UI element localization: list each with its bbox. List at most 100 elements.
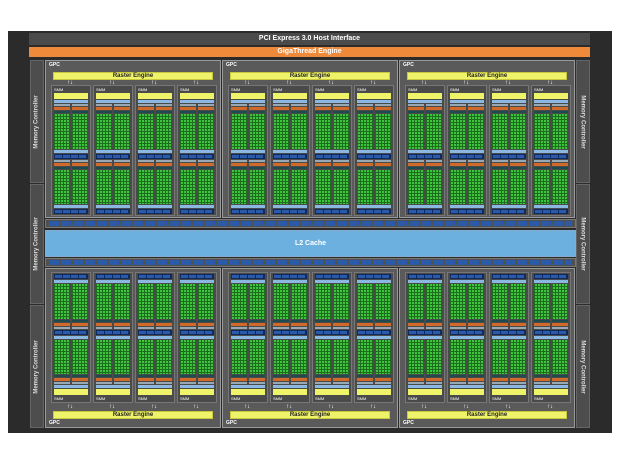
cuda-cores — [96, 114, 112, 149]
cuda-cores — [510, 284, 526, 319]
cuda-cores — [315, 339, 331, 374]
cuda-cores — [534, 284, 550, 319]
cuda-cores — [249, 284, 265, 319]
sm-label: SMM — [54, 396, 64, 401]
cuda-cores — [231, 339, 247, 374]
cuda-cores — [156, 114, 172, 149]
sm-block: SMM — [51, 272, 91, 403]
cuda-cores — [249, 169, 265, 204]
sm-label: SMM — [96, 87, 106, 92]
cuda-cores — [114, 284, 130, 319]
cuda-cores — [291, 339, 307, 374]
cuda-cores — [114, 114, 130, 149]
sm-label: SMM — [492, 87, 502, 92]
sm-label: SMM — [450, 396, 460, 401]
arrows-icon: ↑↓ — [370, 404, 376, 410]
sm-label: SMM — [180, 87, 190, 92]
l2-memory-strip-bottom — [45, 258, 576, 267]
cuda-cores — [450, 284, 466, 319]
cuda-cores — [333, 114, 349, 149]
sm-label: SMM — [357, 87, 367, 92]
cuda-cores — [273, 339, 289, 374]
sm-block: SMM — [447, 85, 487, 216]
cuda-cores — [375, 284, 391, 319]
sm-block: SMM — [135, 272, 175, 403]
cuda-cores — [534, 114, 550, 149]
memory-controller-label: Memory Controller — [580, 217, 586, 271]
cuda-cores — [315, 284, 331, 319]
cuda-cores — [291, 284, 307, 319]
arrows-icon: ↑↓ — [328, 404, 334, 410]
memory-controller-left-1: Memory Controller — [30, 60, 44, 183]
arrows-icon: ↑↓ — [547, 404, 553, 410]
cuda-cores — [180, 169, 196, 204]
cuda-cores — [156, 339, 172, 374]
arrows-icon: ↑↓ — [67, 404, 73, 410]
sm-block: SMM — [312, 85, 352, 216]
cuda-cores — [492, 169, 508, 204]
sm-label: SMM — [96, 396, 106, 401]
cuda-cores — [468, 169, 484, 204]
cuda-cores — [180, 114, 196, 149]
cuda-cores — [375, 339, 391, 374]
cuda-cores — [450, 339, 466, 374]
sm-block: SMM — [489, 85, 529, 216]
cuda-cores — [198, 114, 214, 149]
memory-controller-left-3: Memory Controller — [30, 305, 44, 428]
gpc: GPC Raster Engine ↑↓ SMM ↑↓ SMM ↑↓ SMM ↑↓ SMM — [45, 268, 221, 428]
memory-controller-left-2: Memory Controller — [30, 184, 44, 304]
raster-engine: Raster Engine — [230, 411, 390, 419]
cuda-cores — [357, 339, 373, 374]
cuda-cores — [468, 114, 484, 149]
arrows-icon: ↑↓ — [109, 404, 115, 410]
arrows-icon: ↑↓ — [193, 404, 199, 410]
memory-controller-label: Memory Controller — [34, 94, 40, 149]
cuda-cores — [96, 284, 112, 319]
sm-block: SMM — [270, 272, 310, 403]
cuda-cores — [96, 339, 112, 374]
cuda-cores — [408, 114, 424, 149]
sm-block: SMM — [405, 272, 445, 403]
cuda-cores — [291, 169, 307, 204]
memory-controller-right-3: Memory Controller — [576, 305, 590, 428]
cuda-cores — [492, 284, 508, 319]
arrows-icon: ↑↓ — [151, 404, 157, 410]
cuda-cores — [375, 114, 391, 149]
cuda-cores — [138, 114, 154, 149]
cuda-cores — [156, 169, 172, 204]
cuda-cores — [450, 169, 466, 204]
sm-block: SMM — [177, 272, 217, 403]
sm-block: SMM — [354, 85, 394, 216]
sm-label: SMM — [231, 87, 241, 92]
cuda-cores — [333, 284, 349, 319]
memory-controller-label: Memory Controller — [34, 217, 40, 271]
sm-block: SMM — [93, 85, 133, 216]
cuda-cores — [333, 169, 349, 204]
cuda-cores — [198, 284, 214, 319]
raster-engine: Raster Engine — [53, 411, 213, 419]
sm-label: SMM — [273, 396, 283, 401]
cuda-cores — [357, 114, 373, 149]
sm-block: SMM — [228, 85, 268, 216]
sm-block: SMM — [270, 85, 310, 216]
cuda-cores — [156, 284, 172, 319]
cuda-cores — [408, 169, 424, 204]
cuda-cores — [72, 169, 88, 204]
cuda-cores — [552, 114, 568, 149]
raster-engine: Raster Engine — [230, 72, 390, 80]
cuda-cores — [468, 284, 484, 319]
cuda-cores — [492, 339, 508, 374]
cuda-cores — [450, 114, 466, 149]
cuda-cores — [72, 284, 88, 319]
gpc: GPC Raster Engine ↑↓ SMM ↑↓ SMM ↑↓ SMM ↑↓ SMM — [45, 60, 221, 218]
cuda-cores — [534, 339, 550, 374]
arrows-icon: ↑↓ — [463, 404, 469, 410]
cuda-cores — [138, 339, 154, 374]
sm-label: SMM — [138, 87, 148, 92]
cuda-cores — [510, 169, 526, 204]
cuda-cores — [492, 114, 508, 149]
gigathread-engine: GigaThread Engine — [29, 47, 590, 57]
cuda-cores — [180, 339, 196, 374]
cuda-cores — [138, 284, 154, 319]
sm-block: SMM — [531, 272, 571, 403]
